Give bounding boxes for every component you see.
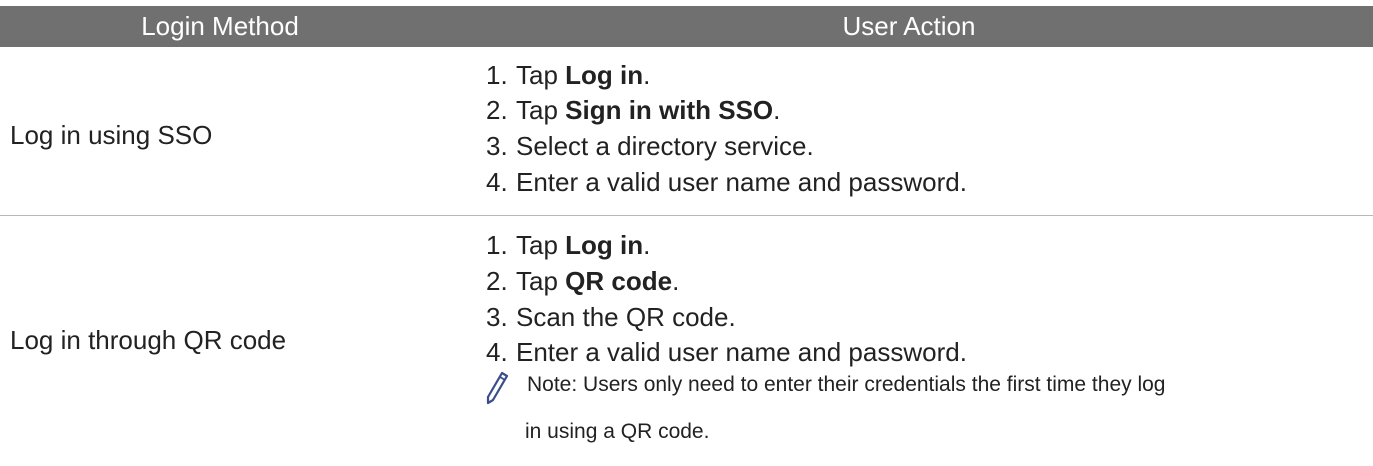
step-4: 4. Enter a valid user name and password. xyxy=(486,337,967,367)
step-text: Tap xyxy=(516,95,566,125)
step-number: 4. xyxy=(486,167,508,197)
step-number: 3. xyxy=(486,302,508,332)
step-text: Tap xyxy=(516,230,566,260)
step-1: 1. Tap Log in. xyxy=(486,230,650,260)
table-header-row: Login Method User Action xyxy=(0,6,1373,47)
step-text: Select a directory service. xyxy=(516,131,814,161)
step-bold-text: Log in xyxy=(565,60,644,90)
method-cell-qr: Log in through QR code xyxy=(10,325,287,355)
step-number: 1. xyxy=(486,60,508,90)
row-divider xyxy=(0,215,1373,216)
step-4: 4. Enter a valid user name and password. xyxy=(486,167,967,197)
step-text: Enter a valid user name and password. xyxy=(516,167,967,197)
step-suffix: . xyxy=(643,60,651,90)
header-user-action: User Action xyxy=(842,11,976,41)
step-number: 2. xyxy=(486,266,508,296)
note-text-line-1: Note: Users only need to enter their cre… xyxy=(527,373,1166,396)
step-text: Scan the QR code. xyxy=(516,302,736,332)
step-number: 3. xyxy=(486,131,508,161)
step-3: 3. Select a directory service. xyxy=(486,131,814,161)
table-row-sso: Log in using SSO 1. Tap Log in. 2. Tap Sig… xyxy=(0,47,1373,215)
step-3: 3. Scan the QR code. xyxy=(486,302,736,332)
step-bold-text: QR code xyxy=(565,266,673,296)
step-text: Enter a valid user name and password. xyxy=(516,337,967,367)
step-2: 2. Tap QR code. xyxy=(486,266,679,296)
step-suffix: . xyxy=(773,95,781,125)
table-row-qr: Log in through QR code 1. Tap Log in. 2. T… xyxy=(0,217,1373,466)
step-1: 1. Tap Log in. xyxy=(486,60,650,90)
step-bold-text: Log in xyxy=(565,230,644,260)
step-number: 4. xyxy=(486,337,508,367)
step-2: 2. Tap Sign in with SSO. xyxy=(486,95,780,125)
pencil-icon xyxy=(486,371,509,405)
step-suffix: . xyxy=(643,230,651,260)
step-number: 1. xyxy=(486,230,508,260)
step-suffix: . xyxy=(672,266,680,296)
step-bold-text: Sign in with SSO xyxy=(565,95,774,125)
header-login-method: Login Method xyxy=(141,11,299,41)
login-methods-table: Login Method User Action Log in using SS… xyxy=(0,0,1373,466)
step-text: Tap xyxy=(516,60,566,90)
method-cell-sso: Log in using SSO xyxy=(10,120,213,150)
step-text: Tap xyxy=(516,266,566,296)
note-text-line-2: in using a QR code. xyxy=(525,420,710,443)
step-number: 2. xyxy=(486,95,508,125)
